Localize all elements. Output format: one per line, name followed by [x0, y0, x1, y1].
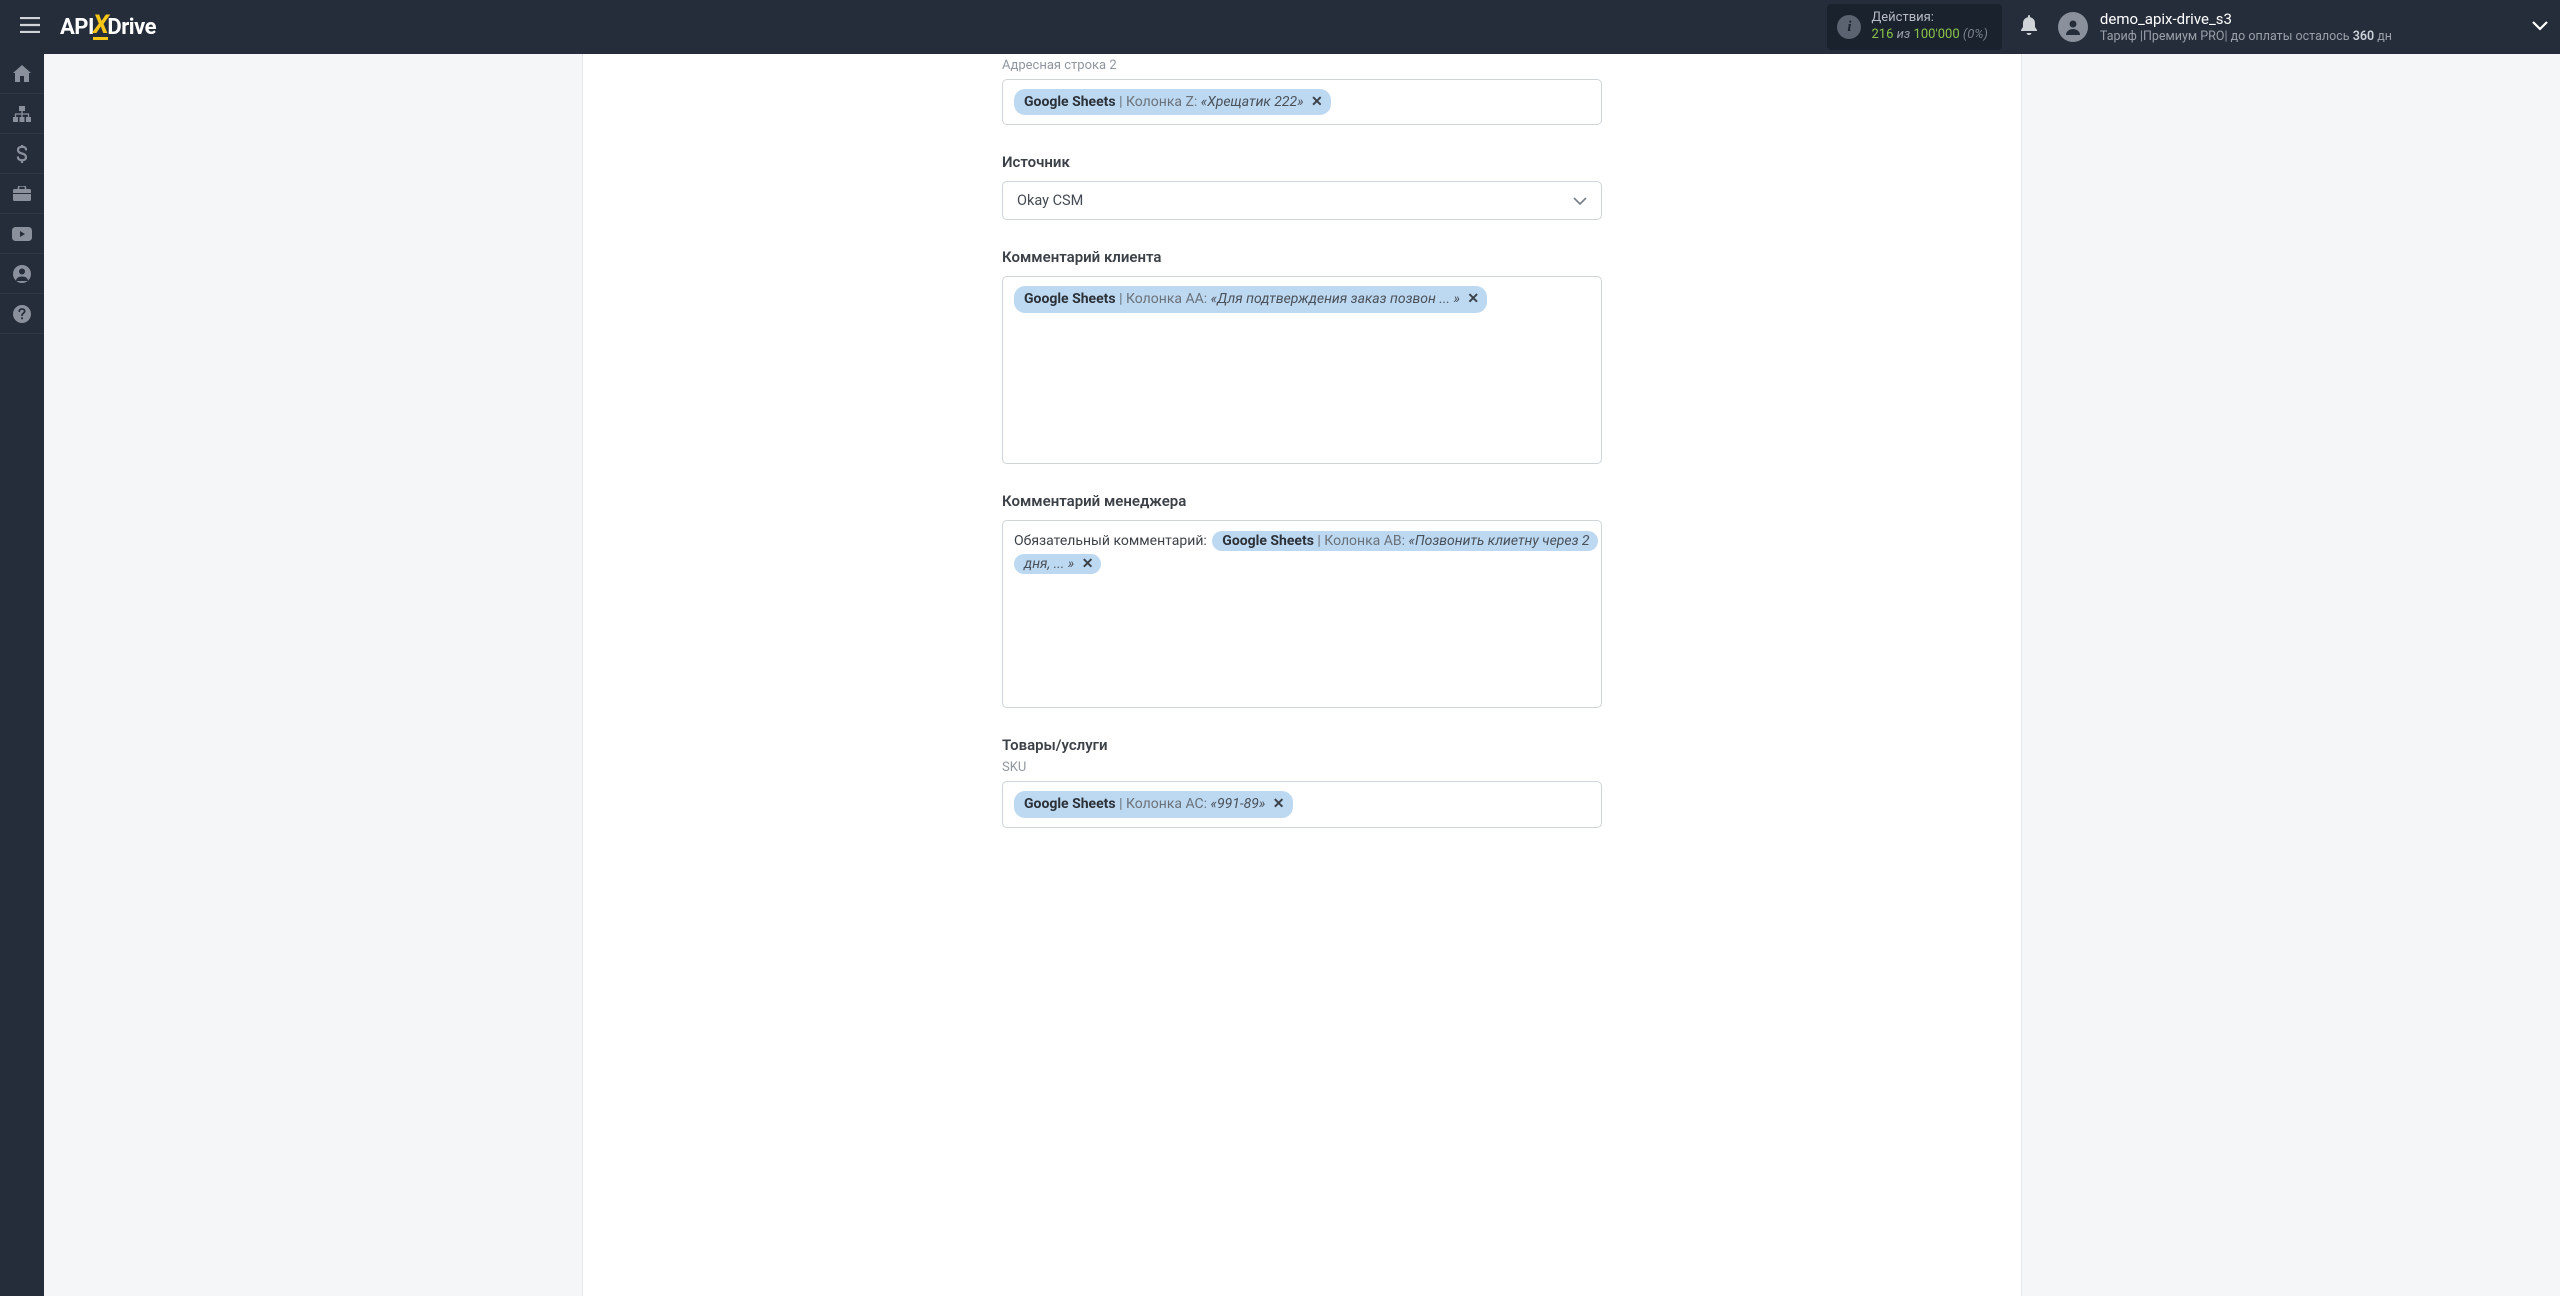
close-icon[interactable]: ✕: [1078, 556, 1094, 572]
user-name: demo_apix-drive_s3: [2100, 10, 2392, 29]
notifications-button[interactable]: [2020, 15, 2038, 39]
field-address2: Адресная строка 2 Google Sheets | Колонк…: [1002, 58, 1602, 125]
app-header: API X Drive i Действия: 216 из 100'000 (…: [0, 0, 2560, 54]
sidebar-billing[interactable]: [0, 134, 44, 174]
close-icon[interactable]: ✕: [1307, 94, 1323, 110]
source-label: Источник: [1002, 153, 1602, 171]
user-menu[interactable]: demo_apix-drive_s3 Тариф |Премиум PRO| д…: [2058, 10, 2392, 44]
manager-comment-label: Комментарий менеджера: [1002, 492, 1602, 510]
address2-sublabel: Адресная строка 2: [1002, 58, 1602, 73]
avatar-icon: [2058, 12, 2088, 42]
field-client-comment: Комментарий клиента Google Sheets | Коло…: [1002, 248, 1602, 464]
sidebar-video[interactable]: [0, 214, 44, 254]
actions-max: 100'000: [1914, 27, 1960, 42]
close-icon[interactable]: ✕: [1269, 796, 1285, 812]
user-text: demo_apix-drive_s3 Тариф |Премиум PRO| д…: [2100, 10, 2392, 44]
info-icon: i: [1837, 15, 1861, 39]
sidebar-help[interactable]: [0, 294, 44, 334]
form-panel: Адресная строка 2 Google Sheets | Колонк…: [582, 54, 2022, 1296]
logo[interactable]: API X Drive: [60, 14, 156, 39]
field-goods: Товары/услуги SKU Google Sheets | Колонк…: [1002, 736, 1602, 827]
actions-pct: (0%): [1963, 27, 1988, 42]
goods-sublabel: SKU: [1002, 760, 1602, 775]
close-icon[interactable]: ✕: [1463, 291, 1479, 307]
address2-input[interactable]: Google Sheets | Колонка Z: «Хрещатик 222…: [1002, 79, 1602, 125]
field-source: Источник Okay CSM: [1002, 153, 1602, 220]
actions-count: 216: [1871, 27, 1893, 42]
client-comment-input[interactable]: Google Sheets | Колонка AA: «Для подтвер…: [1002, 276, 1602, 464]
logo-part-x: X: [93, 14, 109, 39]
source-selected: Okay CSM: [1017, 192, 1083, 209]
source-select[interactable]: Okay CSM: [1002, 181, 1602, 220]
logo-part-api: API: [60, 15, 94, 40]
logo-part-drive: Drive: [107, 15, 156, 40]
user-tariff-line: Тариф |Премиум PRO| до оплаты осталось 3…: [2100, 29, 2392, 45]
sidebar: [0, 54, 44, 1296]
manager-comment-input[interactable]: Обязательный комментарий: Google Sheets …: [1002, 520, 1602, 708]
manager-comment-prefix: Обязательный комментарий:: [1014, 533, 1212, 549]
sidebar-connections[interactable]: [0, 94, 44, 134]
main-content: Адресная строка 2 Google Sheets | Колонк…: [44, 54, 2560, 1296]
chevron-down-icon: [1573, 192, 1587, 209]
sidebar-home[interactable]: [0, 54, 44, 94]
address2-tag[interactable]: Google Sheets | Колонка Z: «Хрещатик 222…: [1014, 89, 1331, 115]
goods-label: Товары/услуги: [1002, 736, 1602, 754]
chevron-down-icon[interactable]: [2532, 19, 2548, 35]
goods-sku-tag[interactable]: Google Sheets | Колонка AC: «991-89» ✕: [1014, 791, 1293, 817]
actions-of: из: [1897, 27, 1911, 42]
actions-label: Действия:: [1871, 10, 1987, 27]
sidebar-briefcase[interactable]: [0, 174, 44, 214]
client-comment-label: Комментарий клиента: [1002, 248, 1602, 266]
sidebar-account[interactable]: [0, 254, 44, 294]
menu-button[interactable]: [12, 9, 48, 45]
goods-sku-input[interactable]: Google Sheets | Колонка AC: «991-89» ✕: [1002, 781, 1602, 827]
client-comment-tag[interactable]: Google Sheets | Колонка AA: «Для подтвер…: [1014, 286, 1487, 312]
actions-counter[interactable]: i Действия: 216 из 100'000 (0%): [1827, 4, 2001, 50]
field-manager-comment: Комментарий менеджера Обязательный комме…: [1002, 492, 1602, 708]
actions-text: Действия: 216 из 100'000 (0%): [1871, 10, 1987, 44]
